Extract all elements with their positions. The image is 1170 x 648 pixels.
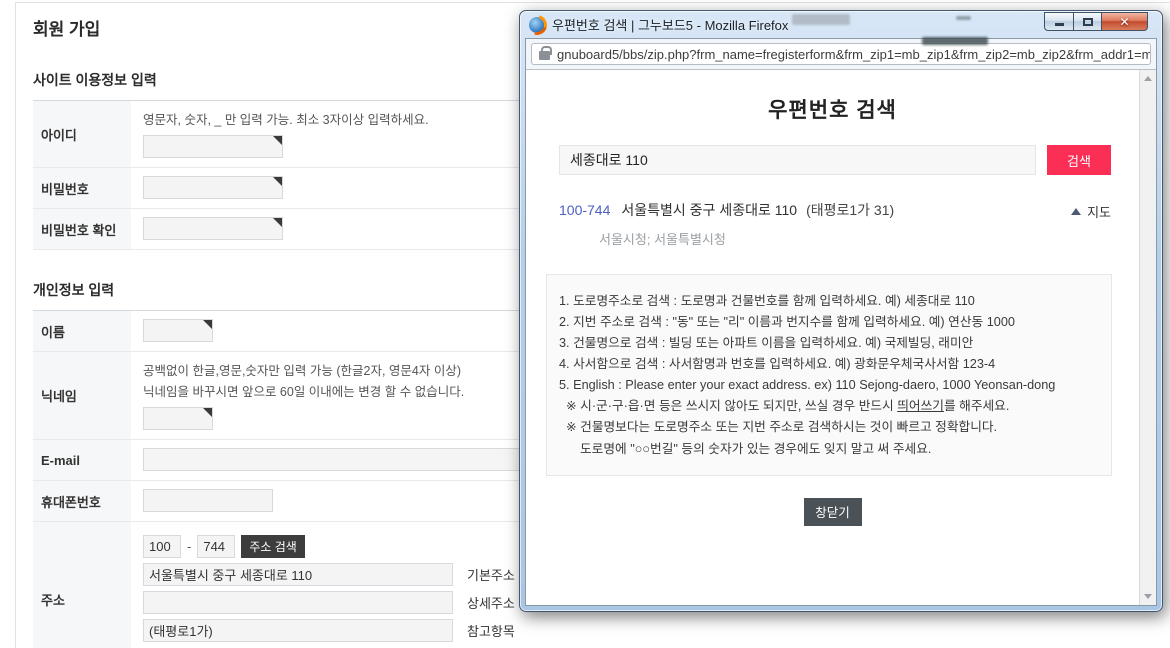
detail-address-tag: 상세주소 xyxy=(467,593,515,612)
result-zipcode-link[interactable]: 100-744 xyxy=(559,202,610,218)
name-label: 이름 xyxy=(33,311,131,352)
url-bar[interactable]: gnuboard5/bbs/zip.php?frm_name=fregister… xyxy=(531,43,1151,65)
minimize-button[interactable] xyxy=(1044,12,1073,31)
guide-note: ※ 건물명보다는 도로명주소 또는 지번 주소로 검색하시는 것이 빠르고 정확… xyxy=(559,417,1099,438)
window-controls xyxy=(1044,12,1148,31)
guide-line: 4. 사서함으로 검색 : 사서함명과 번호를 입력하세요. 예) 광화문우체국… xyxy=(559,354,1099,375)
spacing-emphasis: 띄어쓰기 xyxy=(897,399,944,413)
zip-search-heading: 우편번호 검색 xyxy=(526,94,1139,124)
search-guide-box: 1. 도로명주소로 검색 : 도로명과 건물번호를 함께 입력하세요. 예) 세… xyxy=(546,274,1112,476)
firefox-icon xyxy=(529,17,545,33)
id-label: 아이디 xyxy=(33,101,131,168)
password-confirm-label: 비밀번호 확인 xyxy=(33,209,131,250)
zip-search-input[interactable] xyxy=(559,145,1036,175)
detail-address-input[interactable] xyxy=(143,591,453,614)
result-sub-text: 서울시청; 서울특별시청 xyxy=(599,229,1111,248)
zip-dash: - xyxy=(187,539,191,554)
email-label: E-mail xyxy=(33,440,131,481)
password-label: 비밀번호 xyxy=(33,168,131,209)
firefox-popup-window: 우편번호 검색 | 그누보드5 - Mozilla Firefox gnuboa… xyxy=(519,10,1163,612)
search-result-row: 100-744 서울특별시 중구 세종대로 110 (태평로1가 31) 지도 xyxy=(559,200,1111,221)
glass-reflection xyxy=(792,14,850,25)
result-address: 서울특별시 중구 세종대로 110 xyxy=(621,200,797,220)
extra-address-input[interactable] xyxy=(143,619,453,642)
triangle-up-icon xyxy=(1071,208,1081,215)
required-corner-icon xyxy=(273,136,282,145)
guide-line: 5. English : Please enter your exact add… xyxy=(559,375,1099,396)
phone-label: 휴대폰번호 xyxy=(33,481,131,522)
guide-line: 3. 건물명으로 검색 : 빌딩 또는 아파트 이름을 입력하세요. 예) 국제… xyxy=(559,333,1099,354)
lock-icon xyxy=(539,51,550,60)
scroll-down-icon[interactable] xyxy=(1140,588,1156,605)
email-input[interactable] xyxy=(143,448,543,471)
zip1-input[interactable] xyxy=(143,535,181,558)
id-input[interactable] xyxy=(143,135,283,158)
password-input[interactable] xyxy=(143,176,283,199)
url-row: gnuboard5/bbs/zip.php?frm_name=fregister… xyxy=(526,39,1156,70)
guide-note: 도로명에 "○○번길" 등의 숫자가 있는 경우에도 잊지 말고 써 주세요. xyxy=(559,439,1099,460)
zip-search-page: 우편번호 검색 검색 100-744 서울특별시 중구 세종대로 110 (태평… xyxy=(526,70,1139,605)
zip2-input[interactable] xyxy=(197,535,235,558)
screen: 회원 가입 사이트 이용정보 입력 아이디 영문자, 숫자, _ 만 입력 가능… xyxy=(0,0,1170,648)
maximize-button[interactable] xyxy=(1073,12,1101,31)
base-address-input[interactable] xyxy=(143,563,453,586)
scrollbar[interactable] xyxy=(1139,70,1156,605)
address-label: 주소 xyxy=(33,522,131,648)
result-address-extra: (태평로1가 31) xyxy=(806,200,894,220)
phone-input[interactable] xyxy=(143,489,273,512)
close-window-button[interactable]: 창닫기 xyxy=(804,498,862,526)
required-corner-icon xyxy=(203,408,212,417)
required-corner-icon xyxy=(203,320,212,329)
guide-note: ※ 시·군·구·읍·면 등은 쓰시지 않아도 되지만, 쓰실 경우 반드시 띄어… xyxy=(559,396,1099,417)
map-toggle-label: 지도 xyxy=(1087,202,1111,221)
search-button[interactable]: 검색 xyxy=(1047,145,1111,175)
nickname-label: 닉네임 xyxy=(33,352,131,440)
scroll-up-icon[interactable] xyxy=(1140,70,1156,87)
window-title: 우편번호 검색 | 그누보드5 - Mozilla Firefox xyxy=(552,15,788,34)
glass-reflection xyxy=(956,16,971,20)
url-text: gnuboard5/bbs/zip.php?frm_name=fregister… xyxy=(557,47,1151,62)
close-icon[interactable] xyxy=(1101,12,1148,31)
password-confirm-input[interactable] xyxy=(143,217,283,240)
guide-line: 1. 도로명주소로 검색 : 도로명과 건물번호를 함께 입력하세요. 예) 세… xyxy=(559,291,1099,312)
address-search-button[interactable]: 주소 검색 xyxy=(241,535,305,558)
base-address-tag: 기본주소 xyxy=(467,565,515,584)
guide-line: 2. 지번 주소로 검색 : "동" 또는 "리" 이름과 번지수를 함께 입력… xyxy=(559,312,1099,333)
required-corner-icon xyxy=(273,177,282,186)
map-toggle-link[interactable]: 지도 xyxy=(1071,202,1111,221)
required-corner-icon xyxy=(273,218,282,227)
extra-address-tag: 참고항목 xyxy=(467,621,515,640)
browser-chrome: gnuboard5/bbs/zip.php?frm_name=fregister… xyxy=(525,38,1157,606)
